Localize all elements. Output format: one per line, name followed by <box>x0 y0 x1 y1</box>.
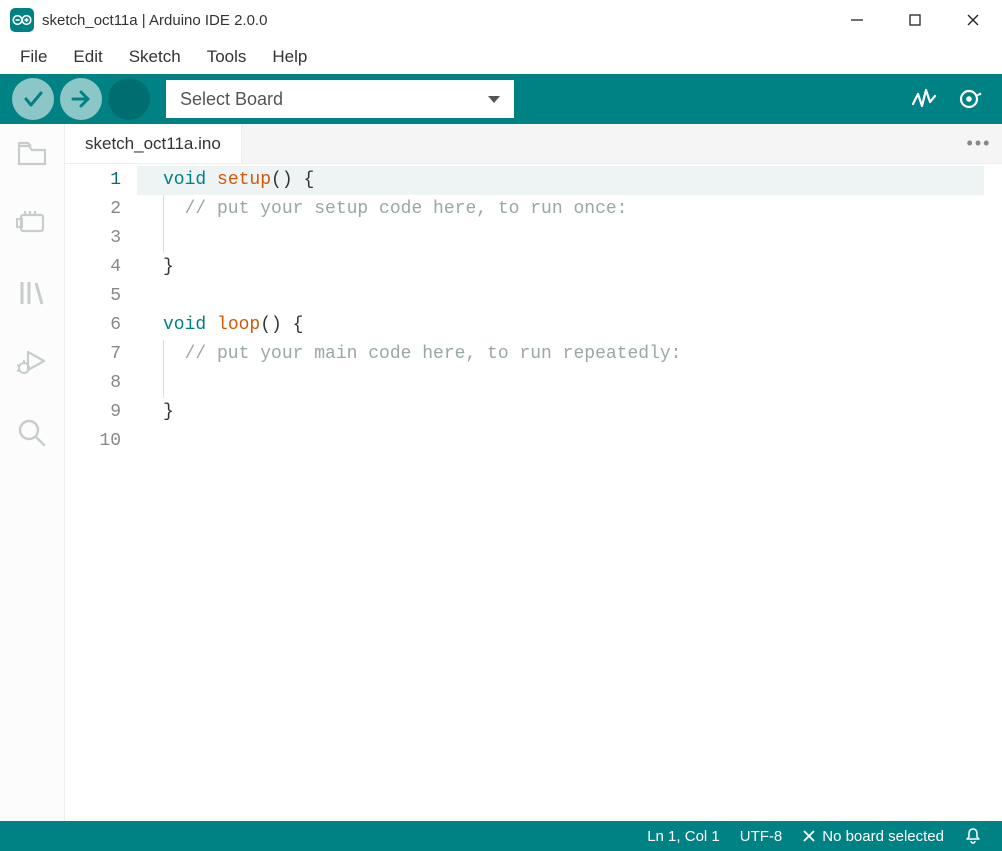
line-number: 5 <box>65 282 121 311</box>
tab-label: sketch_oct11a.ino <box>85 134 221 154</box>
debug-button[interactable] <box>108 78 150 120</box>
editor-area: sketch_oct11a.ino ••• 12345678910 void s… <box>65 124 1002 821</box>
window-controls <box>828 0 1002 40</box>
main-area: sketch_oct11a.ino ••• 12345678910 void s… <box>0 124 1002 821</box>
code-line[interactable]: } <box>155 398 1002 427</box>
line-number: 4 <box>65 253 121 282</box>
code-content[interactable]: void setup() { // put your setup code he… <box>145 166 1002 821</box>
sidebar-item-explorer[interactable] <box>13 134 51 172</box>
sidebar-item-board-manager[interactable] <box>13 204 51 242</box>
menubar: File Edit Sketch Tools Help <box>0 40 1002 74</box>
line-number: 2 <box>65 195 121 224</box>
status-cursor[interactable]: Ln 1, Col 1 <box>637 828 730 845</box>
tab-bar: sketch_oct11a.ino ••• <box>65 124 1002 164</box>
sidebar-item-library[interactable] <box>13 274 51 312</box>
serial-monitor-button[interactable] <box>950 79 990 119</box>
sidebar-item-debug[interactable] <box>13 344 51 382</box>
code-line[interactable] <box>155 282 1002 311</box>
code-line[interactable]: } <box>155 253 1002 282</box>
line-number: 1 <box>65 166 121 195</box>
menu-tools[interactable]: Tools <box>195 43 259 71</box>
tab-active-file[interactable]: sketch_oct11a.ino <box>65 124 242 163</box>
code-line[interactable] <box>155 427 1002 456</box>
window-title: sketch_oct11a | Arduino IDE 2.0.0 <box>42 12 267 29</box>
status-encoding[interactable]: UTF-8 <box>730 828 793 845</box>
menu-help[interactable]: Help <box>260 43 319 71</box>
line-number: 10 <box>65 427 121 456</box>
code-line[interactable] <box>155 369 1002 398</box>
board-selector-label: Select Board <box>180 89 283 110</box>
verify-button[interactable] <box>12 78 54 120</box>
code-line[interactable] <box>155 224 1002 253</box>
code-line[interactable]: void setup() { <box>137 166 984 195</box>
line-number: 3 <box>65 224 121 253</box>
serial-plotter-button[interactable] <box>904 79 944 119</box>
arduino-app-icon <box>10 8 34 32</box>
line-number: 9 <box>65 398 121 427</box>
code-line[interactable]: // put your setup code here, to run once… <box>155 195 1002 224</box>
line-number: 6 <box>65 311 121 340</box>
close-button[interactable] <box>944 0 1002 40</box>
tab-overflow-button[interactable]: ••• <box>956 124 1002 163</box>
menu-file[interactable]: File <box>8 43 59 71</box>
board-selector[interactable]: Select Board <box>166 80 514 118</box>
line-number: 7 <box>65 340 121 369</box>
chevron-down-icon <box>488 96 500 103</box>
x-icon <box>802 829 816 843</box>
status-board-label: No board selected <box>822 828 944 845</box>
code-line[interactable]: // put your main code here, to run repea… <box>155 340 1002 369</box>
code-line[interactable]: void loop() { <box>155 311 1002 340</box>
upload-button[interactable] <box>60 78 102 120</box>
status-board[interactable]: No board selected <box>792 828 954 845</box>
menu-sketch[interactable]: Sketch <box>117 43 193 71</box>
minimize-button[interactable] <box>828 0 886 40</box>
code-editor[interactable]: 12345678910 void setup() { // put your s… <box>65 164 1002 821</box>
line-number: 8 <box>65 369 121 398</box>
bell-icon <box>964 827 982 845</box>
sidebar-item-search[interactable] <box>13 414 51 452</box>
status-notifications[interactable] <box>954 827 992 845</box>
maximize-button[interactable] <box>886 0 944 40</box>
titlebar: sketch_oct11a | Arduino IDE 2.0.0 <box>0 0 1002 40</box>
status-bar: Ln 1, Col 1 UTF-8 No board selected <box>0 821 1002 851</box>
menu-edit[interactable]: Edit <box>61 43 114 71</box>
toolbar: Select Board <box>0 74 1002 124</box>
line-number-gutter: 12345678910 <box>65 166 145 821</box>
activity-bar <box>0 124 65 821</box>
